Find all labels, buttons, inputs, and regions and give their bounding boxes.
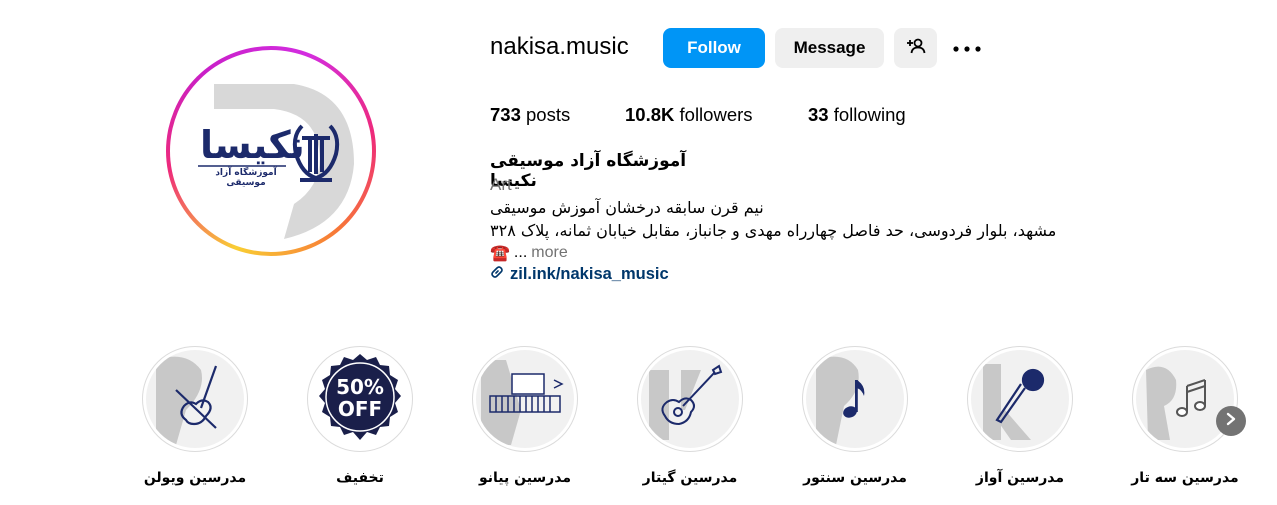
- highlight-label: مدرسین سنتور: [803, 470, 907, 486]
- highlight-label: مدرسین ویولن: [143, 470, 247, 486]
- following-label: following: [833, 104, 906, 125]
- highlight-item[interactable]: مدرسین گیتار: [635, 346, 745, 496]
- more-options-button[interactable]: [950, 33, 984, 63]
- followers-stat[interactable]: 10.8K followers: [625, 104, 753, 126]
- highlight-label: تخفیف: [336, 470, 384, 486]
- followers-count: 10.8K: [625, 104, 675, 125]
- highlight-label: مدرسین پیانو: [478, 470, 572, 486]
- discount-badge-percent: 50%: [336, 375, 384, 399]
- highlight-label: مدرسین آواز: [975, 470, 1065, 486]
- avatar-logo-subtext: آموزشگاه آزاد موسیقی: [215, 168, 277, 188]
- person-plus-icon: [906, 38, 926, 59]
- following-stat[interactable]: 33 following: [808, 104, 906, 126]
- highlights-next-button[interactable]: [1216, 406, 1246, 436]
- posts-count: 733: [490, 104, 521, 125]
- highlight-item[interactable]: مدرسین پیانو: [470, 346, 580, 496]
- highlight-item[interactable]: 50% OFF تخفیف: [305, 346, 415, 496]
- highlight-item[interactable]: مدرسین سنتور: [800, 346, 910, 496]
- telephone-icon: ☎️: [490, 245, 510, 262]
- discount-badge-off: OFF: [337, 397, 383, 421]
- profile-username: nakisa.music: [490, 33, 629, 60]
- bio-truncated-line: ☎️ ... more: [490, 243, 568, 263]
- bio-external-link[interactable]: zil.ink/nakisa_music: [490, 265, 669, 284]
- followers-label: followers: [679, 104, 753, 125]
- chevron-right-icon: [1225, 412, 1237, 431]
- ellipsis-icon: [953, 39, 981, 57]
- avatar-logo: نکیسا آموزشگاه آزاد موسیقی: [174, 54, 368, 248]
- bio-more-link[interactable]: more: [531, 244, 567, 262]
- bio-category: Art: [490, 175, 512, 194]
- bio-text-line: نیم قرن سابقه درخشان آموزش موسیقی: [490, 198, 764, 217]
- highlight-item[interactable]: مدرسین آواز: [965, 346, 1075, 496]
- suggest-users-button[interactable]: [894, 28, 937, 68]
- bio-full-name: آموزشگاه آزاد موسیقی نکیسا: [490, 151, 687, 191]
- bio-link-text: zil.ink/nakisa_music: [510, 265, 669, 283]
- avatar-logo-text: نکیسا: [200, 123, 305, 167]
- highlight-item[interactable]: مدرسین ویولن: [140, 346, 250, 496]
- highlight-label: مدرسین گیتار: [642, 470, 738, 486]
- bio-address-line: مشهد، بلوار فردوسی، حد فاصل چهارراه مهدی…: [490, 221, 1057, 240]
- posts-label: posts: [526, 104, 571, 125]
- follow-button[interactable]: Follow: [663, 28, 765, 68]
- following-count: 33: [808, 104, 829, 125]
- highlight-label: مدرسین سه تار: [1131, 470, 1239, 486]
- message-button[interactable]: Message: [775, 28, 884, 68]
- music-notes-icon: [1176, 379, 1206, 417]
- profile-avatar[interactable]: نکیسا آموزشگاه آزاد موسیقی: [166, 46, 376, 256]
- link-icon: [490, 265, 504, 284]
- posts-stat: 733 posts: [490, 104, 570, 126]
- bio-ellipsis: ...: [513, 244, 528, 261]
